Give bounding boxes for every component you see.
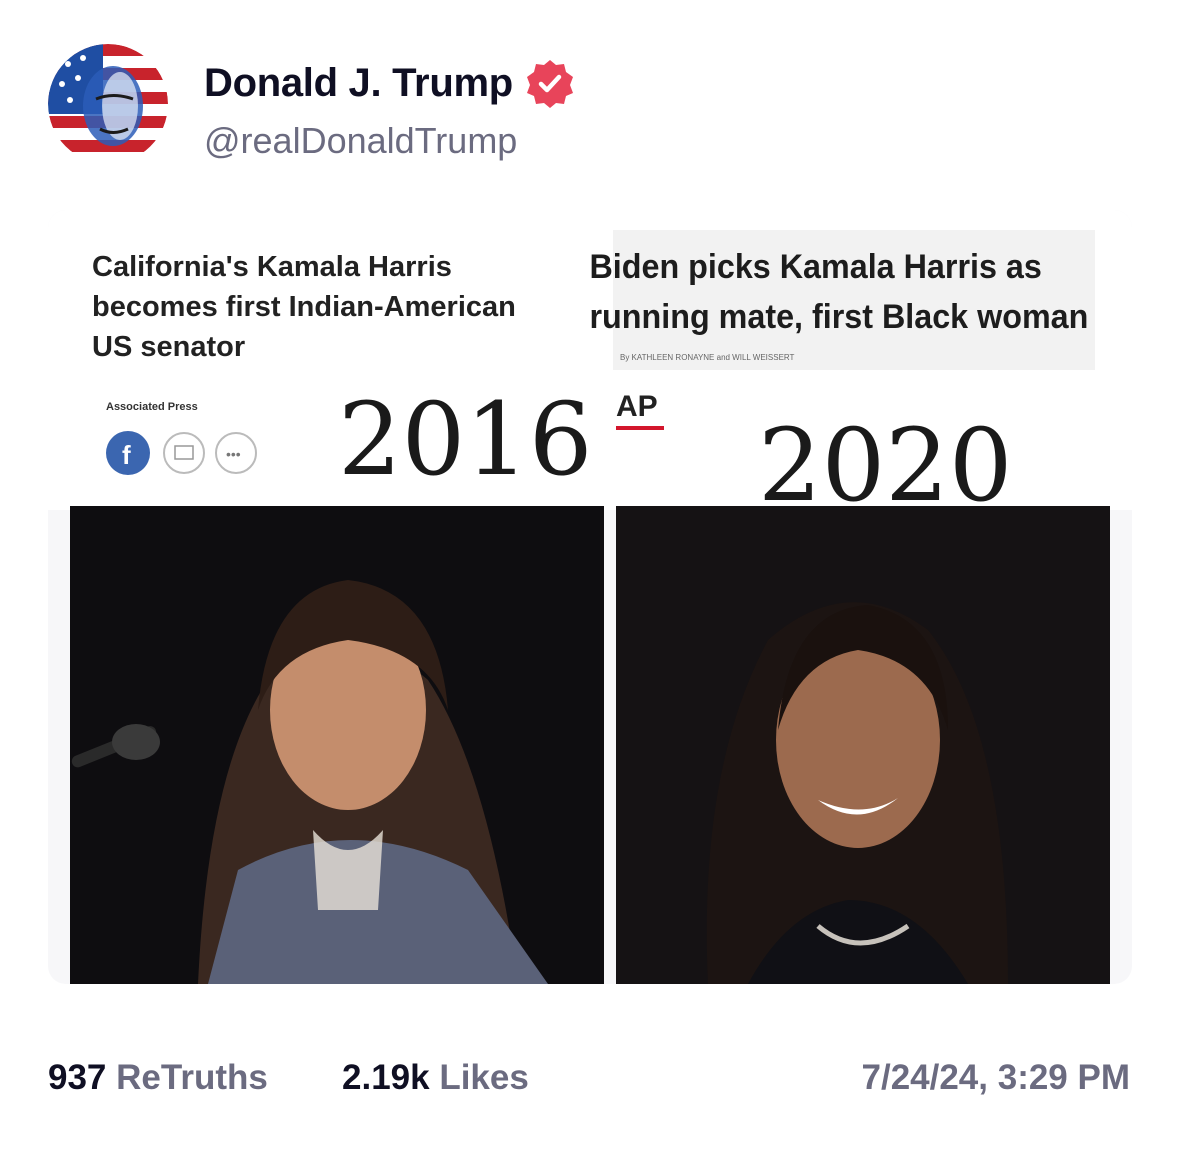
retruths-stat[interactable]: 937 ReTruths bbox=[48, 1058, 268, 1098]
post-header: Donald J. Trump @realDonaldTrump bbox=[48, 44, 1128, 164]
right-byline: By KATHLEEN RONAYNE and WILL WEISSERT bbox=[620, 353, 795, 362]
photo-2020 bbox=[616, 506, 1110, 984]
mail-icon bbox=[163, 432, 205, 474]
right-headline-line-1: Biden picks Kamala Harris as bbox=[590, 248, 1042, 286]
display-name[interactable]: Donald J. Trump bbox=[204, 61, 513, 106]
left-headline-line-2: becomes first Indian-American bbox=[92, 291, 516, 323]
post-image[interactable]: California's Kamala Harris becomes first… bbox=[48, 210, 1132, 984]
likes-stat[interactable]: 2.19k Likes bbox=[342, 1058, 529, 1098]
handle[interactable]: @realDonaldTrump bbox=[204, 120, 517, 162]
retruths-count: 937 bbox=[48, 1058, 107, 1097]
year-2016: 2016 bbox=[338, 381, 593, 498]
meme-image: California's Kamala Harris becomes first… bbox=[48, 210, 1132, 984]
post-timestamp[interactable]: 7/24/24, 3:29 PM bbox=[862, 1058, 1131, 1098]
post-footer: 937 ReTruths 2.19k Likes 7/24/24, 3:29 P… bbox=[48, 1058, 1130, 1108]
retruths-label: ReTruths bbox=[116, 1058, 268, 1097]
left-headline-line-1: California's Kamala Harris bbox=[92, 251, 452, 283]
avatar[interactable] bbox=[48, 44, 168, 164]
svg-text:f: f bbox=[122, 440, 131, 470]
left-source: Associated Press bbox=[106, 401, 198, 413]
photo-2016 bbox=[70, 506, 604, 984]
likes-label: Likes bbox=[439, 1058, 529, 1097]
left-headline-line-3: US senator bbox=[92, 331, 245, 363]
right-headline-line-2: running mate, first Black woman bbox=[590, 298, 1089, 336]
likes-count: 2.19k bbox=[342, 1058, 430, 1097]
ap-logo: AP bbox=[616, 390, 658, 423]
avatar-flag-portrait-icon bbox=[48, 44, 168, 164]
verified-badge-icon bbox=[526, 60, 573, 108]
svg-text:•••: ••• bbox=[226, 446, 241, 462]
